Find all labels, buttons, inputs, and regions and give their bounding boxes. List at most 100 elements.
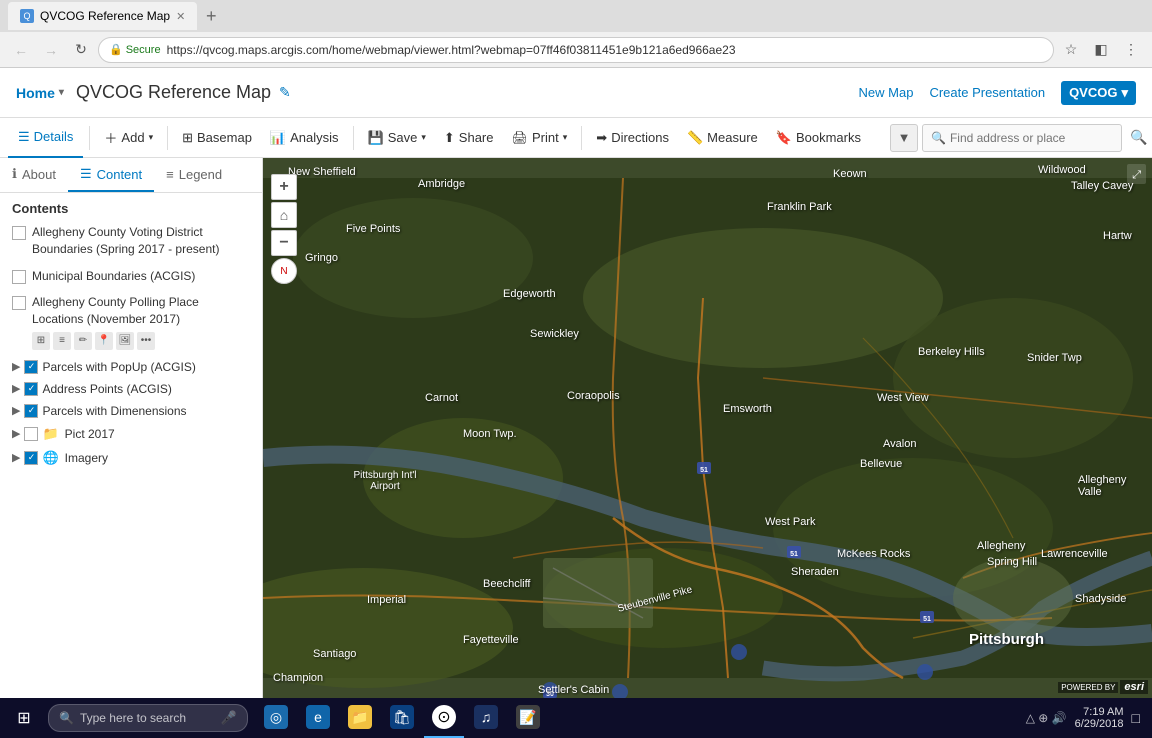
address-bar[interactable]: 🔒 Secure https://qvcog.maps.arcgis.com/h… <box>98 37 1054 63</box>
taskbar-app-chrome[interactable]: ⊙ <box>424 698 464 738</box>
layer6-expand[interactable]: ▶ <box>12 404 20 417</box>
lock-icon: 🔒 <box>109 43 123 56</box>
svg-text:51: 51 <box>790 551 798 558</box>
layer8-checkbox[interactable]: ✓ <box>24 451 38 465</box>
analysis-button[interactable]: 📊 Analysis <box>262 122 347 154</box>
app-title-text: QVCOG Reference Map <box>76 82 271 103</box>
bookmark-button[interactable]: ☆ <box>1058 37 1084 63</box>
map-label-wildwood: Wildwood <box>1038 164 1086 176</box>
org-badge[interactable]: QVCOG ▾ <box>1061 81 1136 105</box>
layer4-checkbox[interactable]: ✓ <box>24 360 38 374</box>
taskbar-app-edge[interactable]: e <box>298 698 338 738</box>
tab-details[interactable]: ☰ Details <box>8 118 83 158</box>
layer4-expand[interactable]: ▶ <box>12 360 20 373</box>
map-area[interactable]: 51 51 51 30 New Sheffield Ambridge Keown… <box>263 158 1152 698</box>
search-submit-button[interactable]: 🔍 <box>1126 125 1152 151</box>
map-label-beechcliff: Beechcliff <box>483 578 531 590</box>
basemap-button[interactable]: ⊞ Basemap <box>174 122 260 154</box>
layer3-more-button[interactable]: ••• <box>137 332 155 350</box>
folder-icon: 📁 <box>42 426 58 442</box>
layer3-icon2[interactable]: ≡ <box>53 332 71 350</box>
menu-button[interactable]: ⋮ <box>1118 37 1144 63</box>
map-label-santiago: Santiago <box>313 648 356 660</box>
taskbar-app-music[interactable]: ♫ <box>466 698 506 738</box>
sidebar-tab-content[interactable]: ☰ Content <box>68 158 154 192</box>
layer2-checkbox[interactable] <box>12 270 26 284</box>
taskbar-app-store[interactable]: 🛍 <box>382 698 422 738</box>
share-label: Share <box>459 130 494 145</box>
map-label-allegheny-valley: Allegheny Valle <box>1078 474 1152 498</box>
map-label-five-points: Five Points <box>346 223 400 235</box>
edit-title-icon[interactable]: ✎ <box>279 84 291 101</box>
layer7-expand[interactable]: ▶ <box>12 427 20 440</box>
tab-close-button[interactable]: ✕ <box>176 10 185 23</box>
save-label: Save <box>388 130 418 145</box>
map-label-carnot: Carnot <box>425 392 458 404</box>
active-tab[interactable]: Q QVCOG Reference Map ✕ <box>8 2 197 30</box>
toolbar-right: ▼ 🔍 🔍 <box>890 124 1152 152</box>
layer6-checkbox[interactable]: ✓ <box>24 404 38 418</box>
layer3-icon3[interactable]: ✏ <box>74 332 92 350</box>
back-button[interactable]: ← <box>8 37 34 63</box>
layer5-expand[interactable]: ▶ <box>12 382 20 395</box>
save-button[interactable]: 💾 Save ▾ <box>360 122 434 154</box>
notification-icon[interactable]: □ <box>1132 710 1140 726</box>
toolbar-separator-2 <box>167 126 168 150</box>
tab-bar: Q QVCOG Reference Map ✕ + <box>0 0 1152 32</box>
layer1-checkbox[interactable] <box>12 226 26 240</box>
edge-icon: e <box>306 705 330 729</box>
directions-button[interactable]: ➡ Directions <box>588 122 677 154</box>
home-link[interactable]: Home ▾ <box>16 85 64 101</box>
notepad-icon: 📝 <box>516 705 540 729</box>
layer7-checkbox[interactable] <box>24 427 38 441</box>
add-button[interactable]: ＋ Add ▾ <box>96 122 161 154</box>
measure-button[interactable]: 📏 Measure <box>679 122 766 154</box>
sidebar-tab-legend[interactable]: ≡ Legend <box>154 158 234 192</box>
map-label-steubenville: Steubenville Pike <box>617 584 694 614</box>
add-caret-icon: ▾ <box>149 132 154 143</box>
taskbar-app-explorer[interactable]: 📁 <box>340 698 380 738</box>
zoom-out-button[interactable]: − <box>271 230 297 256</box>
layer3-icon4[interactable]: 📍 <box>95 332 113 350</box>
map-label-franklin-park: Franklin Park <box>767 201 832 213</box>
map-svg: 51 51 51 30 <box>263 158 1152 698</box>
share-button[interactable]: ⬆ Share <box>436 122 502 154</box>
bookmarks-button[interactable]: 🔖 Bookmarks <box>768 122 869 154</box>
search-input[interactable] <box>950 131 1113 145</box>
sidebar-tab-about[interactable]: ℹ About <box>0 158 68 192</box>
layer8-label: Imagery <box>65 451 108 465</box>
layer3-icon1[interactable]: ⊞ <box>32 332 50 350</box>
create-presentation-button[interactable]: Create Presentation <box>929 85 1045 100</box>
map-label-snider-twp: Snider Twp <box>1027 352 1082 364</box>
map-label-bellevue: Bellevue <box>860 458 902 470</box>
new-tab-button[interactable]: + <box>197 2 225 30</box>
map-label-airport: Pittsburgh Int'l Airport <box>345 470 425 492</box>
analysis-icon: 📊 <box>270 130 286 146</box>
measure-label: Measure <box>707 130 758 145</box>
details-label: Details <box>34 129 74 144</box>
refresh-button[interactable]: ↻ <box>68 37 94 63</box>
print-button[interactable]: 🖨 Print ▾ <box>504 122 576 154</box>
compass-button[interactable]: N <box>271 258 297 284</box>
home-label: Home <box>16 85 55 101</box>
layer3-checkbox[interactable] <box>12 296 26 310</box>
chrome-icon: ⊙ <box>432 705 456 729</box>
taskbar-app-notepad[interactable]: 📝 <box>508 698 548 738</box>
layer8-expand[interactable]: ▶ <box>12 451 20 464</box>
layer3-icon5[interactable]: 🖼 <box>116 332 134 350</box>
org-label: QVCOG <box>1069 85 1117 100</box>
forward-button[interactable]: → <box>38 37 64 63</box>
new-map-button[interactable]: New Map <box>859 85 914 100</box>
explorer-icon: 📁 <box>348 705 372 729</box>
microphone-icon: 🎤 <box>221 710 237 726</box>
filter-button[interactable]: ▼ <box>890 124 918 152</box>
taskbar-search[interactable]: 🔍 Type here to search 🎤 <box>48 704 248 732</box>
taskbar-app-cortana[interactable]: ◎ <box>256 698 296 738</box>
extensions-button[interactable]: ◧ <box>1088 37 1114 63</box>
search-box[interactable]: 🔍 <box>922 124 1122 152</box>
layer5-checkbox[interactable]: ✓ <box>24 382 38 396</box>
music-icon: ♫ <box>474 705 498 729</box>
zoom-in-button[interactable]: + <box>271 174 297 200</box>
home-extent-button[interactable]: ⌂ <box>271 202 297 228</box>
start-button[interactable]: ⊞ <box>4 698 44 738</box>
